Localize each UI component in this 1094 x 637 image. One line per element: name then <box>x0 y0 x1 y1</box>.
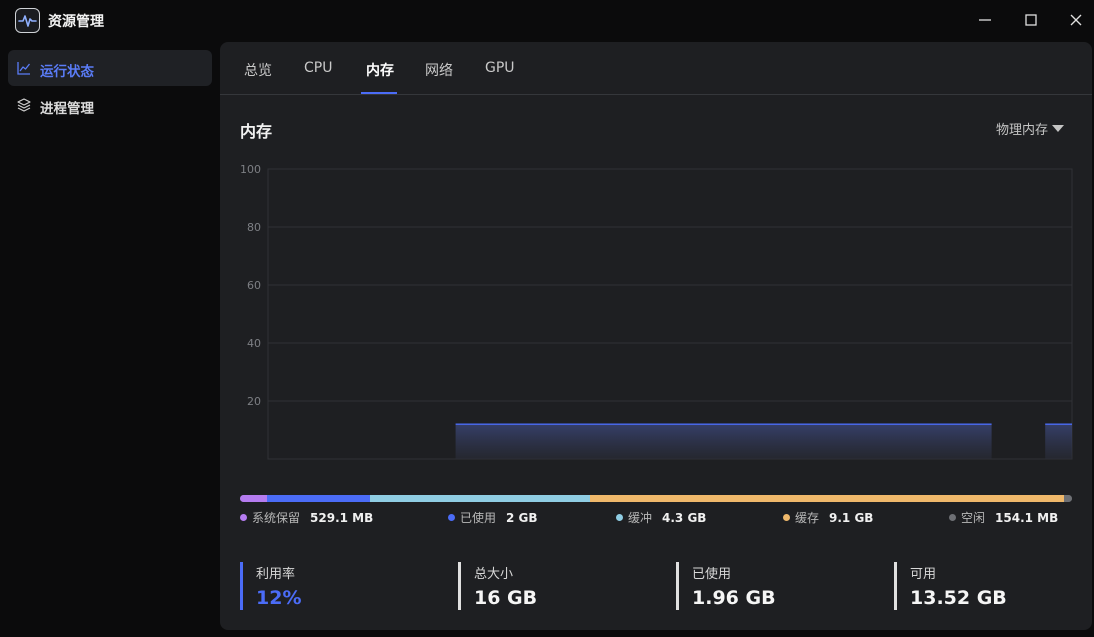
legend-dot-icon <box>949 514 956 521</box>
title-bar: 资源管理 <box>0 0 1094 40</box>
sidebar-item-processes[interactable]: 进程管理 <box>8 87 212 123</box>
tab-memory[interactable]: 内存 <box>366 60 394 80</box>
legend-dot-icon <box>448 514 455 521</box>
legend-label: 缓存 <box>795 511 820 525</box>
y-tick-label: 20 <box>247 395 261 408</box>
minimize-button[interactable] <box>970 6 1000 34</box>
stat-available: 可用 13.52 GB <box>894 562 1007 610</box>
stat-value: 16 GB <box>474 587 538 609</box>
stat-label: 利用率 <box>256 567 296 582</box>
legend-label: 已使用 <box>460 511 497 525</box>
memory-area-segment <box>455 424 992 459</box>
memory-type-dropdown[interactable]: 物理内存 <box>996 119 1065 138</box>
caret-down-icon <box>1052 125 1065 132</box>
stat-total-size: 总大小 16 GB <box>458 562 537 610</box>
legend-value: 154.1 MB <box>995 511 1059 525</box>
legend-value: 9.1 GB <box>829 511 874 525</box>
memory-area-segment <box>1045 424 1072 459</box>
legend-label: 缓冲 <box>628 511 653 525</box>
stat-utilization: 利用率 12% <box>240 562 301 610</box>
composition-segment <box>1064 495 1072 502</box>
legend-item: 系统保留 529.1 MB <box>240 509 373 526</box>
sidebar: 运行状态 进程管理 <box>0 40 220 637</box>
tab-gpu[interactable]: GPU <box>485 60 515 76</box>
memory-composition-bar <box>240 495 1072 502</box>
stat-label: 总大小 <box>474 567 514 582</box>
y-tick-label: 40 <box>247 337 261 350</box>
tab-network[interactable]: 网络 <box>425 60 453 80</box>
legend-dot-icon <box>783 514 790 521</box>
stat-value: 13.52 GB <box>910 587 1007 609</box>
line-chart-icon <box>17 62 31 75</box>
legend-label: 空闲 <box>961 511 986 525</box>
pulse-monitor-icon <box>15 8 40 33</box>
legend-value: 4.3 GB <box>662 511 707 525</box>
minimize-icon <box>979 19 991 21</box>
app-title: 资源管理 <box>48 14 104 30</box>
composition-segment <box>590 495 1065 502</box>
main-panel: 总览 CPU 内存 网络 GPU 内存 物理内存 100 80 60 40 20 系统保… <box>220 42 1092 630</box>
sidebar-item-label: 运行状态 <box>40 64 94 80</box>
layers-icon <box>17 98 31 112</box>
tab-cpu[interactable]: CPU <box>304 60 332 76</box>
memory-usage-chart: 100 80 60 40 20 <box>240 163 1073 460</box>
maximize-button[interactable] <box>1016 6 1046 34</box>
legend-dot-icon <box>616 514 623 521</box>
active-tab-indicator <box>361 92 397 94</box>
maximize-icon <box>1025 14 1037 26</box>
y-tick-label: 100 <box>240 163 261 176</box>
legend-item: 缓冲 4.3 GB <box>616 509 706 526</box>
tab-overview[interactable]: 总览 <box>244 60 272 80</box>
legend-label: 系统保留 <box>252 511 301 525</box>
composition-segment <box>267 495 370 502</box>
section-title: 内存 <box>240 122 273 141</box>
legend-value: 2 GB <box>506 511 538 525</box>
y-tick-label: 80 <box>247 221 261 234</box>
legend-value: 529.1 MB <box>310 511 374 525</box>
legend-dot-icon <box>240 514 247 521</box>
stat-label: 可用 <box>910 567 937 582</box>
sidebar-item-label: 进程管理 <box>40 101 94 117</box>
composition-segment <box>369 495 591 502</box>
legend-item: 已使用 2 GB <box>448 509 538 526</box>
tab-bar: 总览 CPU 内存 网络 GPU <box>220 42 1092 95</box>
chart-frame <box>267 168 1073 460</box>
stat-value: 12% <box>256 587 302 609</box>
stat-used: 已使用 1.96 GB <box>676 562 776 610</box>
legend-item: 缓存 9.1 GB <box>783 509 873 526</box>
y-tick-label: 60 <box>247 279 261 292</box>
close-button[interactable] <box>1061 6 1091 34</box>
sidebar-item-status[interactable]: 运行状态 <box>8 50 212 86</box>
composition-segment <box>240 495 268 502</box>
legend-item: 空闲 154.1 MB <box>949 509 1058 526</box>
stat-value: 1.96 GB <box>692 587 776 609</box>
close-icon <box>1070 14 1082 26</box>
dropdown-label: 物理内存 <box>996 123 1049 138</box>
stat-label: 已使用 <box>692 567 732 582</box>
